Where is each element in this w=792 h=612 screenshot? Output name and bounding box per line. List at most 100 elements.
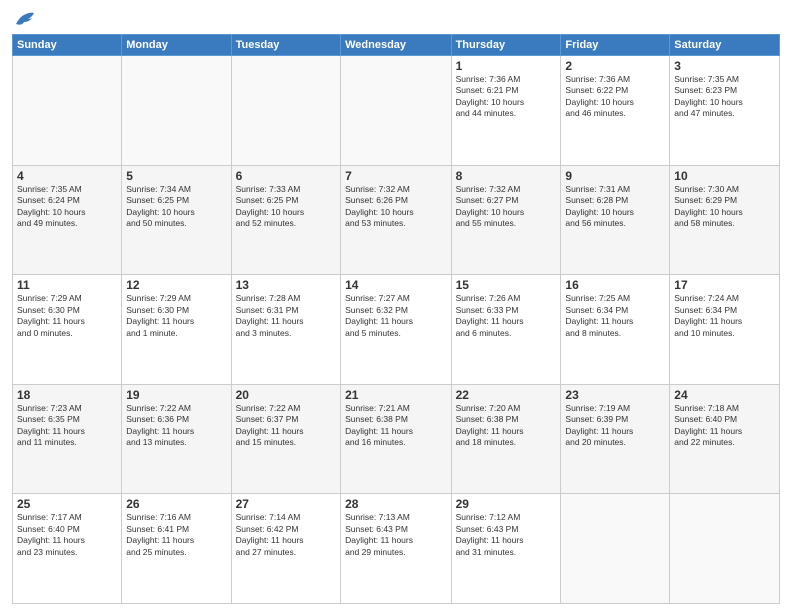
calendar-cell: 23Sunrise: 7:19 AM Sunset: 6:39 PM Dayli… [561,384,670,494]
calendar-cell [670,494,780,604]
calendar-cell: 11Sunrise: 7:29 AM Sunset: 6:30 PM Dayli… [13,275,122,385]
day-number: 14 [345,278,446,292]
calendar-cell: 28Sunrise: 7:13 AM Sunset: 6:43 PM Dayli… [341,494,451,604]
calendar-table: SundayMondayTuesdayWednesdayThursdayFrid… [12,34,780,604]
calendar-cell: 17Sunrise: 7:24 AM Sunset: 6:34 PM Dayli… [670,275,780,385]
calendar-cell: 26Sunrise: 7:16 AM Sunset: 6:41 PM Dayli… [122,494,231,604]
calendar-cell: 2Sunrise: 7:36 AM Sunset: 6:22 PM Daylig… [561,56,670,166]
week-row-4: 18Sunrise: 7:23 AM Sunset: 6:35 PM Dayli… [13,384,780,494]
day-number: 15 [456,278,557,292]
calendar-cell [231,56,340,166]
day-info: Sunrise: 7:23 AM Sunset: 6:35 PM Dayligh… [17,403,117,449]
day-number: 23 [565,388,665,402]
day-number: 7 [345,169,446,183]
day-info: Sunrise: 7:32 AM Sunset: 6:27 PM Dayligh… [456,184,557,230]
calendar-cell: 22Sunrise: 7:20 AM Sunset: 6:38 PM Dayli… [451,384,561,494]
day-info: Sunrise: 7:26 AM Sunset: 6:33 PM Dayligh… [456,293,557,339]
calendar-cell: 9Sunrise: 7:31 AM Sunset: 6:28 PM Daylig… [561,165,670,275]
day-info: Sunrise: 7:16 AM Sunset: 6:41 PM Dayligh… [126,512,226,558]
day-number: 18 [17,388,117,402]
weekday-saturday: Saturday [670,35,780,56]
calendar-cell: 13Sunrise: 7:28 AM Sunset: 6:31 PM Dayli… [231,275,340,385]
day-number: 16 [565,278,665,292]
day-info: Sunrise: 7:20 AM Sunset: 6:38 PM Dayligh… [456,403,557,449]
calendar-cell: 7Sunrise: 7:32 AM Sunset: 6:26 PM Daylig… [341,165,451,275]
day-number: 20 [236,388,336,402]
calendar-cell [341,56,451,166]
calendar-cell: 3Sunrise: 7:35 AM Sunset: 6:23 PM Daylig… [670,56,780,166]
calendar-cell: 25Sunrise: 7:17 AM Sunset: 6:40 PM Dayli… [13,494,122,604]
calendar-cell: 16Sunrise: 7:25 AM Sunset: 6:34 PM Dayli… [561,275,670,385]
calendar-cell [561,494,670,604]
header [12,10,780,28]
day-info: Sunrise: 7:22 AM Sunset: 6:37 PM Dayligh… [236,403,336,449]
day-info: Sunrise: 7:25 AM Sunset: 6:34 PM Dayligh… [565,293,665,339]
day-number: 9 [565,169,665,183]
day-info: Sunrise: 7:19 AM Sunset: 6:39 PM Dayligh… [565,403,665,449]
day-number: 28 [345,497,446,511]
day-number: 21 [345,388,446,402]
day-info: Sunrise: 7:36 AM Sunset: 6:21 PM Dayligh… [456,74,557,120]
day-info: Sunrise: 7:33 AM Sunset: 6:25 PM Dayligh… [236,184,336,230]
day-number: 8 [456,169,557,183]
logo-text [12,10,36,28]
week-row-1: 1Sunrise: 7:36 AM Sunset: 6:21 PM Daylig… [13,56,780,166]
day-number: 27 [236,497,336,511]
day-info: Sunrise: 7:36 AM Sunset: 6:22 PM Dayligh… [565,74,665,120]
calendar-cell: 29Sunrise: 7:12 AM Sunset: 6:43 PM Dayli… [451,494,561,604]
day-info: Sunrise: 7:29 AM Sunset: 6:30 PM Dayligh… [17,293,117,339]
day-number: 25 [17,497,117,511]
calendar-cell: 20Sunrise: 7:22 AM Sunset: 6:37 PM Dayli… [231,384,340,494]
calendar-cell: 5Sunrise: 7:34 AM Sunset: 6:25 PM Daylig… [122,165,231,275]
day-number: 24 [674,388,775,402]
weekday-sunday: Sunday [13,35,122,56]
calendar-cell: 24Sunrise: 7:18 AM Sunset: 6:40 PM Dayli… [670,384,780,494]
calendar-cell: 1Sunrise: 7:36 AM Sunset: 6:21 PM Daylig… [451,56,561,166]
day-info: Sunrise: 7:22 AM Sunset: 6:36 PM Dayligh… [126,403,226,449]
day-number: 11 [17,278,117,292]
day-number: 26 [126,497,226,511]
day-info: Sunrise: 7:30 AM Sunset: 6:29 PM Dayligh… [674,184,775,230]
calendar-cell: 14Sunrise: 7:27 AM Sunset: 6:32 PM Dayli… [341,275,451,385]
weekday-monday: Monday [122,35,231,56]
day-info: Sunrise: 7:13 AM Sunset: 6:43 PM Dayligh… [345,512,446,558]
calendar-cell: 8Sunrise: 7:32 AM Sunset: 6:27 PM Daylig… [451,165,561,275]
day-info: Sunrise: 7:27 AM Sunset: 6:32 PM Dayligh… [345,293,446,339]
day-info: Sunrise: 7:21 AM Sunset: 6:38 PM Dayligh… [345,403,446,449]
weekday-thursday: Thursday [451,35,561,56]
calendar-cell: 18Sunrise: 7:23 AM Sunset: 6:35 PM Dayli… [13,384,122,494]
day-info: Sunrise: 7:35 AM Sunset: 6:23 PM Dayligh… [674,74,775,120]
day-number: 17 [674,278,775,292]
week-row-3: 11Sunrise: 7:29 AM Sunset: 6:30 PM Dayli… [13,275,780,385]
calendar-cell: 19Sunrise: 7:22 AM Sunset: 6:36 PM Dayli… [122,384,231,494]
calendar-cell: 4Sunrise: 7:35 AM Sunset: 6:24 PM Daylig… [13,165,122,275]
day-number: 12 [126,278,226,292]
day-number: 2 [565,59,665,73]
week-row-2: 4Sunrise: 7:35 AM Sunset: 6:24 PM Daylig… [13,165,780,275]
day-number: 3 [674,59,775,73]
day-number: 22 [456,388,557,402]
day-number: 4 [17,169,117,183]
calendar-cell: 15Sunrise: 7:26 AM Sunset: 6:33 PM Dayli… [451,275,561,385]
logo-bird-icon [14,10,36,28]
week-row-5: 25Sunrise: 7:17 AM Sunset: 6:40 PM Dayli… [13,494,780,604]
calendar-container: SundayMondayTuesdayWednesdayThursdayFrid… [0,0,792,612]
logo [12,10,36,28]
day-number: 13 [236,278,336,292]
weekday-friday: Friday [561,35,670,56]
day-info: Sunrise: 7:24 AM Sunset: 6:34 PM Dayligh… [674,293,775,339]
day-number: 19 [126,388,226,402]
calendar-cell: 21Sunrise: 7:21 AM Sunset: 6:38 PM Dayli… [341,384,451,494]
day-info: Sunrise: 7:18 AM Sunset: 6:40 PM Dayligh… [674,403,775,449]
calendar-cell [13,56,122,166]
day-info: Sunrise: 7:31 AM Sunset: 6:28 PM Dayligh… [565,184,665,230]
calendar-cell: 6Sunrise: 7:33 AM Sunset: 6:25 PM Daylig… [231,165,340,275]
calendar-cell [122,56,231,166]
day-info: Sunrise: 7:14 AM Sunset: 6:42 PM Dayligh… [236,512,336,558]
calendar-cell: 12Sunrise: 7:29 AM Sunset: 6:30 PM Dayli… [122,275,231,385]
day-number: 5 [126,169,226,183]
day-info: Sunrise: 7:17 AM Sunset: 6:40 PM Dayligh… [17,512,117,558]
day-info: Sunrise: 7:29 AM Sunset: 6:30 PM Dayligh… [126,293,226,339]
day-number: 1 [456,59,557,73]
day-info: Sunrise: 7:35 AM Sunset: 6:24 PM Dayligh… [17,184,117,230]
